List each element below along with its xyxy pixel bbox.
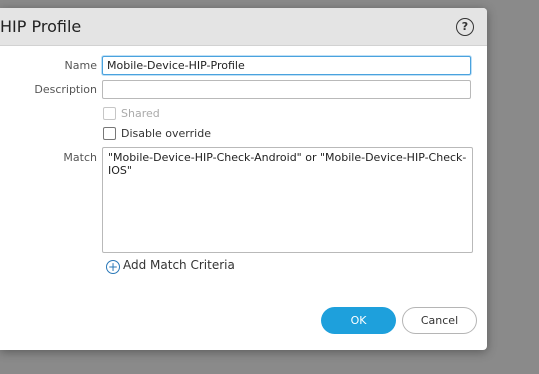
match-label: Match xyxy=(63,151,97,164)
add-match-criteria-button[interactable]: + Add Match Criteria xyxy=(106,258,235,274)
dialog-title: HIP Profile xyxy=(0,17,82,36)
match-textarea[interactable]: "Mobile-Device-HIP-Check-Android" or "Mo… xyxy=(102,147,473,253)
add-match-criteria-label: Add Match Criteria xyxy=(123,258,235,272)
dialog-titlebar: HIP Profile ? xyxy=(0,8,487,46)
name-input[interactable]: Mobile-Device-HIP-Profile xyxy=(102,56,471,75)
description-input[interactable] xyxy=(102,80,471,99)
plus-circle-icon: + xyxy=(106,260,120,274)
shared-checkbox xyxy=(103,107,116,120)
cancel-button[interactable]: Cancel xyxy=(402,307,477,334)
help-icon[interactable]: ? xyxy=(456,18,474,36)
disable-override-checkbox[interactable] xyxy=(103,127,116,140)
description-label: Description xyxy=(34,83,97,96)
hip-profile-dialog: HIP Profile ? Name Mobile-Device-HIP-Pro… xyxy=(0,8,487,350)
name-label: Name xyxy=(64,59,97,72)
ok-button[interactable]: OK xyxy=(321,307,396,334)
shared-label: Shared xyxy=(121,107,160,120)
disable-override-label[interactable]: Disable override xyxy=(121,127,211,140)
